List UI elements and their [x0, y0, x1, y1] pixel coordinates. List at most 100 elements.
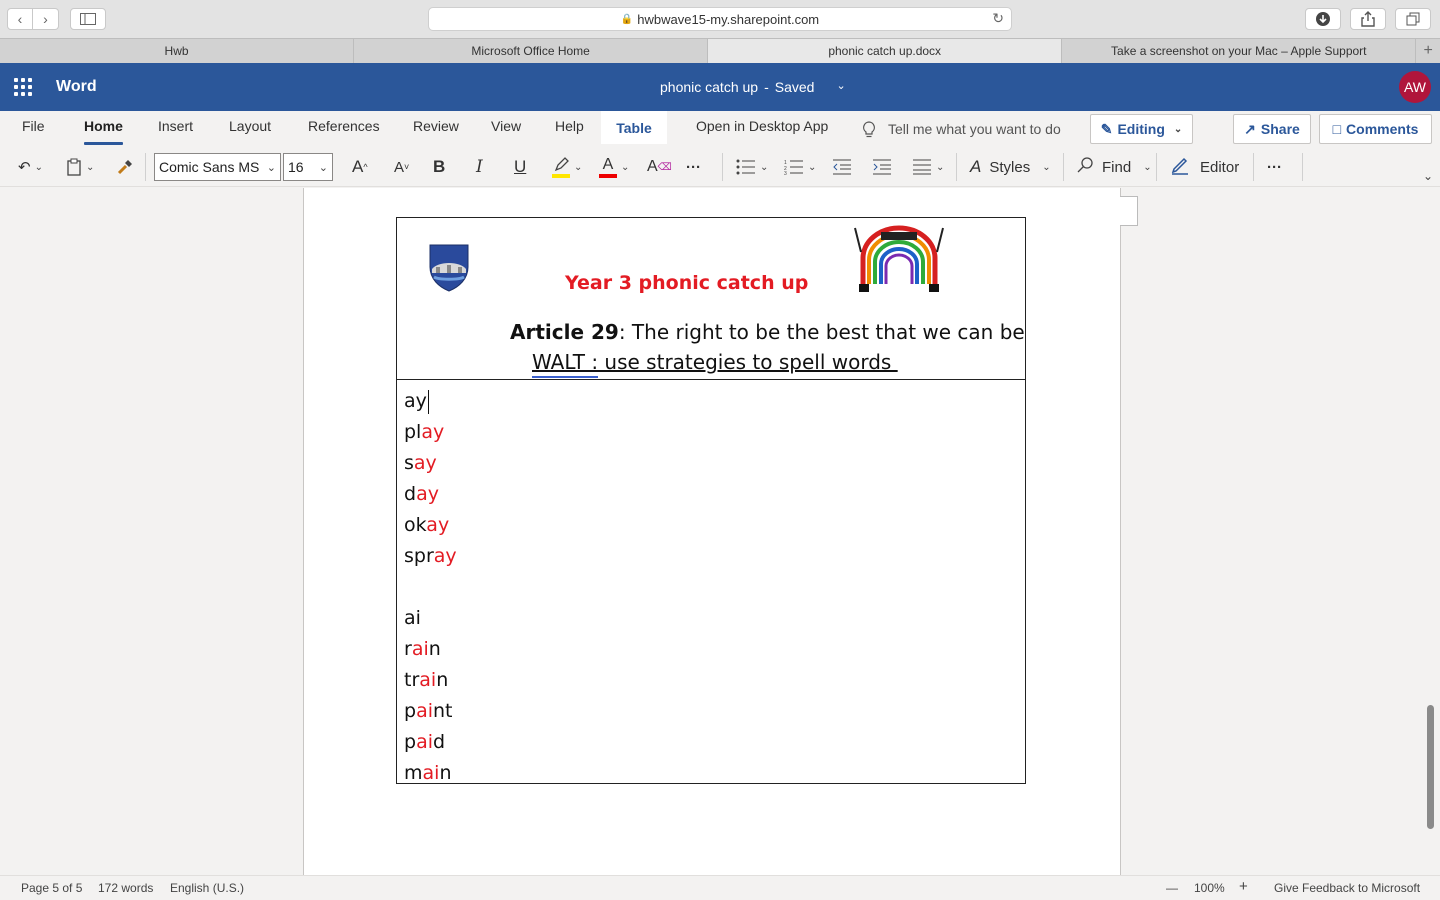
page-count[interactable]: Page 5 of 5	[21, 881, 82, 895]
browser-tab-hwb[interactable]: Hwb	[0, 39, 355, 63]
toolbar-divider	[1253, 153, 1254, 181]
chevron-down-icon: ⌄	[266, 161, 276, 174]
decrease-indent-icon[interactable]	[832, 155, 852, 179]
rainbow-character-icon	[854, 225, 944, 292]
document-title[interactable]: phonic catch up - Saved ⌄	[660, 79, 846, 95]
list-item: rain	[404, 638, 441, 660]
undo-icon[interactable]: ↶ ⌄	[18, 155, 43, 179]
toolbar-divider	[1156, 153, 1157, 181]
zoom-level[interactable]: 100%	[1194, 881, 1225, 895]
open-in-desktop-app[interactable]: Open in Desktop App	[696, 118, 828, 134]
tab-home[interactable]: Home	[84, 118, 123, 145]
forward-icon[interactable]: ›	[33, 8, 59, 30]
new-tab-button[interactable]: +	[1416, 39, 1440, 63]
title-separator: -	[764, 79, 769, 95]
tab-review[interactable]: Review	[413, 118, 459, 134]
italic-button[interactable]: I	[476, 155, 483, 179]
more-options-icon[interactable]: ···	[1267, 155, 1282, 179]
toolbar-divider	[1302, 153, 1303, 181]
chevron-down-icon: ⌄	[1143, 161, 1152, 173]
reload-icon[interactable]: ↻	[992, 10, 1004, 27]
font-family-select[interactable]: Comic Sans MS ⌄	[154, 153, 281, 181]
chevron-down-icon: ⌄	[1173, 123, 1183, 135]
tab-table[interactable]: Table	[601, 111, 667, 144]
list-item: main	[404, 762, 452, 784]
shrink-font-icon[interactable]: A ˅	[394, 155, 409, 179]
comment-margin-marker[interactable]	[1120, 196, 1138, 226]
comments-button[interactable]: □ Comments	[1319, 114, 1432, 144]
app-launcher-icon[interactable]	[14, 78, 32, 96]
underline-button[interactable]: U	[514, 155, 526, 179]
align-icon[interactable]: ⌄	[912, 155, 944, 179]
tab-view[interactable]: View	[491, 118, 521, 134]
browser-tab-office-home[interactable]: Microsoft Office Home	[354, 39, 709, 63]
list-item: play	[404, 421, 445, 443]
find-button[interactable]: Find ⌄	[1076, 155, 1152, 179]
collapse-ribbon-icon[interactable]: ⌄	[1423, 169, 1433, 183]
comments-label: Comments	[1346, 121, 1419, 137]
tab-help[interactable]: Help	[555, 118, 584, 134]
document-page[interactable]: Year 3 phonic catch up Article 29: The r…	[303, 188, 1121, 875]
font-family-value: Comic Sans MS	[159, 159, 260, 175]
svg-text:3: 3	[784, 171, 787, 175]
numbering-icon[interactable]: 123 ⌄	[784, 155, 816, 179]
browser-tab-document[interactable]: phonic catch up.docx	[708, 39, 1063, 63]
back-icon[interactable]: ‹	[7, 8, 33, 30]
spelling-squiggle	[532, 376, 598, 378]
chevron-down-icon[interactable]: ⌄	[836, 79, 845, 95]
editor-pen-icon	[1170, 155, 1190, 179]
zoom-out-button[interactable]: —	[1166, 881, 1178, 895]
address-bar[interactable]: 🔒 hwbwave15-my.sharepoint.com ↻	[428, 7, 1012, 31]
clear-formatting-icon[interactable]: A ⌫	[647, 155, 672, 179]
format-painter-icon[interactable]	[116, 155, 134, 179]
tell-me-text: Tell me what you want to do	[888, 121, 1061, 137]
font-size-value: 16	[288, 159, 304, 175]
tab-file[interactable]: File	[22, 118, 45, 134]
browser-tab-apple-support[interactable]: Take a screenshot on your Mac – Apple Su…	[1062, 39, 1417, 63]
article-number: Article 29	[510, 320, 619, 344]
avatar[interactable]: AW	[1399, 71, 1431, 103]
chevron-down-icon: ⌄	[318, 161, 328, 174]
more-font-options-icon[interactable]: ···	[686, 155, 701, 179]
list-item: say	[404, 452, 437, 474]
bullets-icon[interactable]: ⌄	[736, 155, 768, 179]
tab-overview-icon[interactable]	[1395, 8, 1431, 30]
tab-references[interactable]: References	[308, 118, 380, 134]
downloads-icon[interactable]	[1305, 8, 1341, 30]
list-item: okay	[404, 514, 450, 536]
scrollbar-thumb[interactable]	[1427, 705, 1434, 829]
share-button[interactable]: ↗ Share	[1233, 114, 1311, 144]
feedback-link[interactable]: Give Feedback to Microsoft	[1274, 881, 1420, 895]
document-canvas: ⌄ Year 3 phonic catch up Article 29: The…	[0, 169, 1440, 875]
toolbar-divider	[145, 153, 146, 181]
search-icon	[1076, 156, 1094, 178]
find-label: Find	[1102, 158, 1132, 176]
tab-layout[interactable]: Layout	[229, 118, 271, 134]
font-color-button[interactable]: A ⌄	[599, 155, 629, 179]
language-status[interactable]: English (U.S.)	[170, 881, 244, 895]
ribbon-toolbar: ↶ ⌄ ⌄ Comic Sans MS ⌄ 16 ⌄ A ^ A ˅ B I U ⌄ …	[0, 147, 1440, 187]
save-status: Saved	[774, 79, 815, 95]
word-list[interactable]: ay play say day okay spray ai rain train…	[404, 386, 457, 789]
paste-icon[interactable]: ⌄	[66, 155, 94, 179]
bold-button[interactable]: B	[433, 155, 445, 179]
share-icon: ↗	[1244, 120, 1256, 137]
styles-button[interactable]: A Styles ⌄	[970, 155, 1051, 179]
sidebar-toggle-icon[interactable]	[70, 8, 106, 30]
font-size-select[interactable]: 16 ⌄	[283, 153, 333, 181]
editing-mode-button[interactable]: ✎ Editing ⌄	[1090, 114, 1193, 144]
zoom-in-button[interactable]: +	[1239, 878, 1248, 895]
tab-insert[interactable]: Insert	[158, 118, 193, 134]
editor-button[interactable]: Editor	[1170, 155, 1239, 179]
app-name[interactable]: Word	[56, 78, 97, 96]
editing-label: Editing	[1117, 121, 1165, 137]
grow-font-icon[interactable]: A ^	[352, 155, 368, 179]
highlight-color-button[interactable]: ⌄	[552, 155, 582, 179]
table-header-cell[interactable]: Year 3 phonic catch up Article 29: The r…	[397, 218, 1025, 380]
increase-indent-icon[interactable]	[872, 155, 892, 179]
toolbar-divider	[956, 153, 957, 181]
share-sheet-icon[interactable]	[1350, 8, 1386, 30]
document-table[interactable]: Year 3 phonic catch up Article 29: The r…	[396, 217, 1026, 784]
tell-me-search[interactable]: Tell me what you want to do	[862, 121, 1061, 142]
word-count[interactable]: 172 words	[98, 881, 153, 895]
